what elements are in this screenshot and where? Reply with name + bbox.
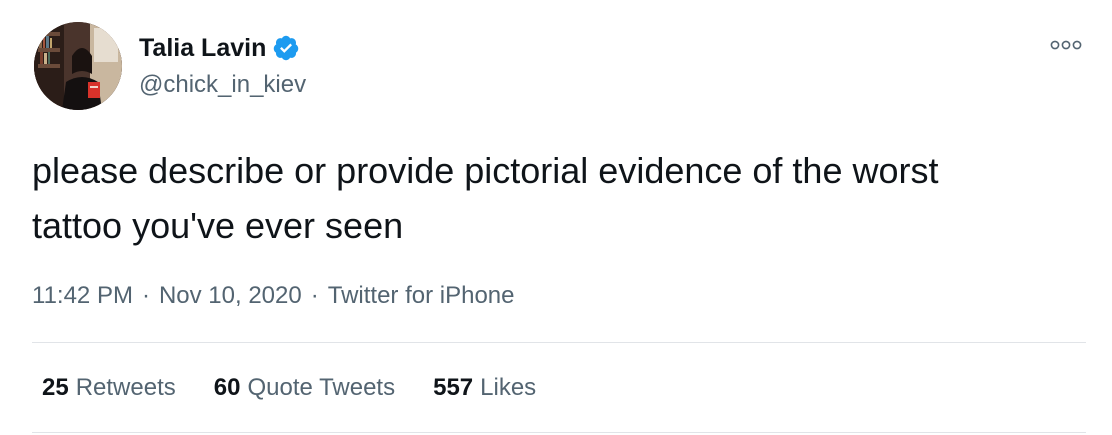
likes-stat[interactable]: 557 Likes	[433, 371, 536, 405]
verified-badge-icon	[272, 34, 300, 62]
tweet-date[interactable]: Nov 10, 2020	[159, 279, 302, 313]
tweet-meta: 11:42 PM · Nov 10, 2020 · Twitter for iP…	[32, 279, 514, 313]
meta-separator: ·	[310, 282, 319, 309]
avatar[interactable]	[34, 22, 122, 110]
author-names: Talia Lavin @chick_in_kiev	[139, 31, 306, 101]
more-options-icon[interactable]	[1050, 38, 1082, 52]
likes-label: Likes	[480, 374, 537, 401]
tweet-text: please describe or provide pictorial evi…	[32, 150, 939, 246]
tweet-header: Talia Lavin @chick_in_kiev	[34, 20, 306, 112]
avatar-photo	[34, 22, 122, 110]
retweets-label: Retweets	[75, 374, 176, 401]
tweet-time[interactable]: 11:42 PM	[32, 279, 133, 313]
tweet-card: Talia Lavin @chick_in_kiev please descri…	[0, 0, 1112, 435]
divider	[32, 342, 1086, 343]
quote-tweets-label: Quote Tweets	[247, 374, 396, 401]
likes-count: 557	[433, 374, 474, 401]
retweets-stat[interactable]: 25 Retweets	[42, 371, 176, 405]
divider	[32, 432, 1086, 433]
author-handle[interactable]: @chick_in_kiev	[139, 69, 306, 101]
retweets-count: 25	[42, 374, 69, 401]
tweet-source[interactable]: Twitter for iPhone	[328, 279, 515, 313]
author-display-name[interactable]: Talia Lavin	[139, 31, 266, 65]
meta-separator: ·	[141, 282, 150, 309]
quote-tweets-stat[interactable]: 60 Quote Tweets	[214, 371, 395, 405]
quote-tweets-count: 60	[213, 374, 241, 401]
display-name-row: Talia Lavin	[139, 31, 306, 65]
tweet-stats: 25 Retweets 60 Quote Tweets 557 Likes	[42, 371, 574, 405]
